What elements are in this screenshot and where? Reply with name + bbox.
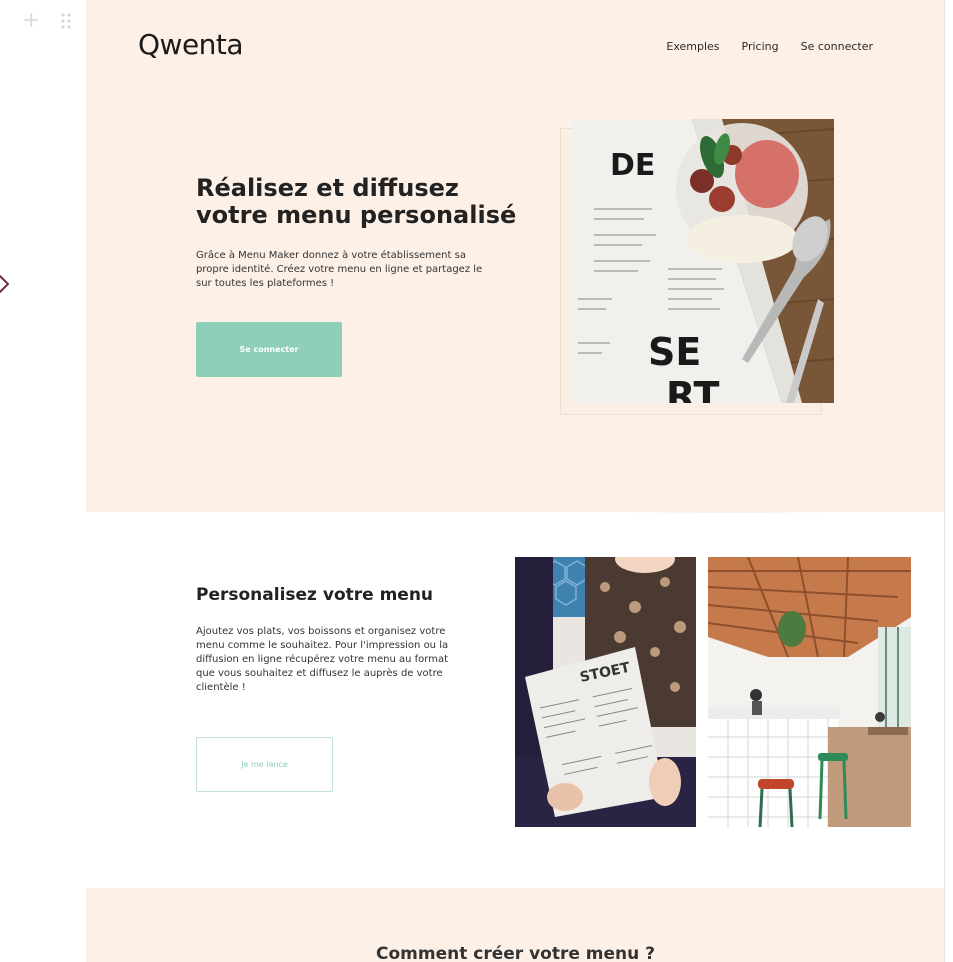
menu-word-de: DE — [610, 148, 655, 183]
photo-person-reading-menu: STOET — [515, 557, 696, 827]
nav-link-login[interactable]: Se connecter — [801, 40, 873, 53]
hero-section: Qwenta Exemples Pricing Se connecter Réa… — [86, 0, 945, 512]
editor-gutter: + — [0, 0, 86, 962]
hero-wave-divider — [86, 498, 945, 513]
get-started-button[interactable]: Je me lance — [196, 737, 333, 792]
menu-word-se: SE — [648, 330, 701, 374]
customize-description: Ajoutez vos plats, vos boissons et organ… — [196, 626, 449, 693]
nav-link-pricing[interactable]: Pricing — [742, 40, 779, 53]
drag-handle-icon[interactable] — [60, 12, 72, 30]
page-edge-divider — [944, 0, 945, 962]
nav-link-exemples[interactable]: Exemples — [666, 40, 719, 53]
photo-restaurant-interior — [708, 557, 911, 827]
menu-word-rt: RT — [666, 374, 720, 403]
chevron-right-icon[interactable] — [0, 272, 10, 296]
how-to-title: Comment créer votre menu ? — [375, 944, 656, 962]
top-nav: Exemples Pricing Se connecter — [666, 40, 873, 53]
hero-dessert-image: DE SE RT — [572, 119, 834, 403]
brand-logo[interactable]: Qwenta — [138, 28, 244, 61]
hero-login-button[interactable]: Se connecter — [196, 322, 342, 377]
add-block-icon[interactable]: + — [22, 10, 40, 32]
hero-description: Grâce à Menu Maker donnez à votre établi… — [196, 250, 483, 289]
hero-title: Réalisez et diffusez votre menu personal… — [196, 174, 517, 229]
landing-page: Qwenta Exemples Pricing Se connecter Réa… — [86, 0, 945, 962]
customize-title: Personalisez votre menu — [196, 585, 434, 605]
